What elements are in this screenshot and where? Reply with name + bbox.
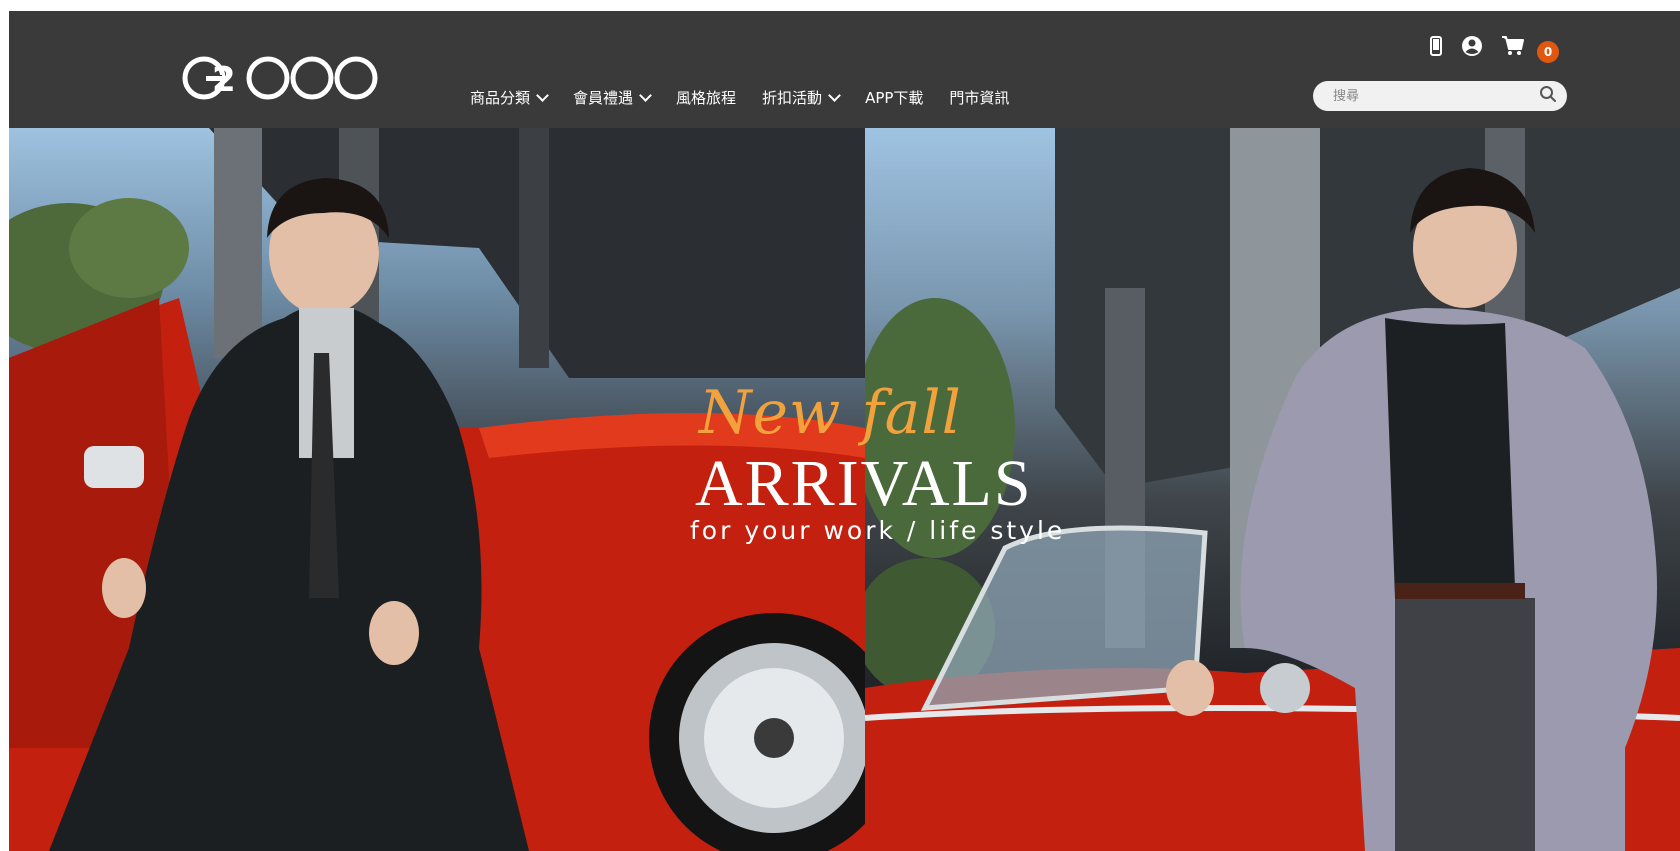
shopping-cart-icon[interactable]: [1501, 35, 1525, 57]
hero-banner[interactable]: New fall ARRIVALS for your work / life s…: [9, 128, 1680, 851]
nav-item-promotions[interactable]: 折扣活動: [762, 87, 841, 108]
g2000-logo-icon: 2: [182, 56, 378, 100]
chevron-down-icon: [828, 88, 841, 102]
chevron-down-icon: [639, 88, 652, 102]
hero-photo-right: [865, 128, 1680, 851]
page-frame: 2 商品分類 會員禮遇 風格旅程 折扣活動 APP下載 門市資訊 0 搜尋 Ne…: [9, 11, 1680, 851]
hero-photo-left: [9, 128, 865, 851]
hero-scene-right: [865, 128, 1680, 851]
search-box: [1313, 81, 1567, 111]
chevron-down-icon: [536, 88, 549, 102]
nav-label: 商品分類: [470, 89, 531, 107]
brand-logo[interactable]: 2: [182, 49, 398, 107]
site-header: 2 商品分類 會員禮遇 風格旅程 折扣活動 APP下載 門市資訊 0 搜尋: [9, 11, 1680, 128]
nav-item-style-journey[interactable]: 風格旅程: [676, 87, 736, 108]
nav-label: 會員禮遇: [573, 89, 634, 107]
nav-item-store-info[interactable]: 門市資訊: [949, 87, 1009, 108]
nav-item-member-benefits[interactable]: 會員禮遇: [573, 87, 652, 108]
cart-count-badge: 0: [1537, 41, 1559, 63]
mobile-phone-icon[interactable]: [1429, 36, 1443, 56]
search-input[interactable]: [1331, 87, 1539, 105]
nav-label: APP下載: [865, 89, 924, 107]
nav-label: 門市資訊: [949, 89, 1010, 107]
header-icon-bar: 0: [1429, 29, 1559, 63]
svg-text:2: 2: [212, 60, 236, 100]
main-nav: 商品分類 會員禮遇 風格旅程 折扣活動 APP下載 門市資訊: [470, 87, 1035, 108]
hero-scene-left: [9, 128, 865, 851]
user-account-icon[interactable]: [1461, 35, 1483, 57]
nav-label: 折扣活動: [762, 89, 823, 107]
search-icon[interactable]: [1539, 85, 1557, 107]
nav-item-categories[interactable]: 商品分類: [470, 87, 549, 108]
nav-item-app-download[interactable]: APP下載: [865, 87, 923, 108]
nav-label: 風格旅程: [676, 89, 737, 107]
